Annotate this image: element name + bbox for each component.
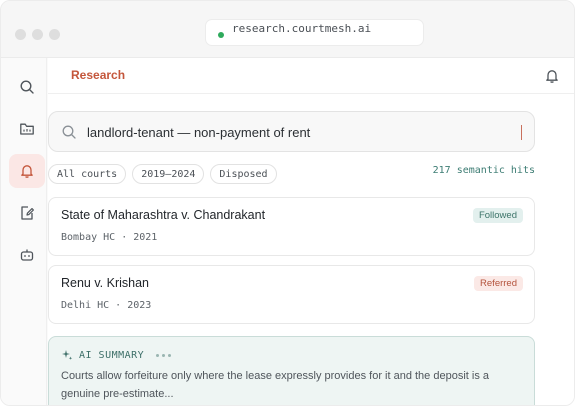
- loading-dots-icon: [156, 353, 172, 357]
- url-text: research.courtmesh.ai: [232, 22, 372, 35]
- sidebar-item-assistant[interactable]: [9, 238, 45, 272]
- search-input[interactable]: [87, 119, 507, 145]
- folder-icon: [20, 123, 34, 135]
- window-controls: [15, 29, 60, 40]
- filter-chip-courts[interactable]: All courts: [48, 164, 127, 184]
- filter-chip-years[interactable]: 2019–2024: [132, 164, 205, 184]
- sidebar-item-search[interactable]: [9, 70, 45, 104]
- address-bar[interactable]: research.courtmesh.ai: [205, 19, 424, 46]
- case-meta: Bombay HC · 2021: [61, 232, 158, 243]
- case-title: Renu v. Krishan: [61, 276, 150, 290]
- sidebar-item-folders[interactable]: [9, 112, 45, 146]
- status-badge: Followed: [472, 208, 523, 223]
- top-bar: Research: [48, 58, 574, 94]
- notifications-bell-icon[interactable]: [544, 68, 560, 84]
- maximize-window-button[interactable]: [49, 29, 60, 40]
- filter-chip-status[interactable]: Disposed: [210, 164, 277, 184]
- ai-summary-panel: AI SUMMARY Courts allow forfeiture only …: [48, 336, 535, 405]
- case-title: State of Maharashtra v. Chandrakant: [61, 208, 266, 222]
- secure-status-dot: [218, 32, 224, 38]
- app-window: research.courtmesh.ai Research landlord-…: [0, 0, 575, 406]
- ai-summary-header: AI SUMMARY: [61, 349, 172, 361]
- ai-summary-label: AI SUMMARY: [79, 349, 145, 361]
- sidebar: [1, 58, 47, 405]
- result-card[interactable]: State of Maharashtra v. Chandrakant Foll…: [48, 197, 535, 256]
- filter-chips: All courts 2019–2024 Disposed: [48, 164, 277, 184]
- sidebar-item-drafts[interactable]: [9, 196, 45, 230]
- search-icon: [62, 125, 76, 139]
- case-meta: Delhi HC · 2023: [61, 300, 152, 311]
- close-window-button[interactable]: [15, 29, 26, 40]
- hit-count: 217 semantic hits: [432, 165, 535, 176]
- page-title: Research: [71, 68, 126, 82]
- minimize-window-button[interactable]: [32, 29, 43, 40]
- ai-summary-text: Courts allow forfeiture only where the l…: [61, 370, 489, 400]
- title-bar: research.courtmesh.ai: [1, 1, 574, 58]
- edit-document-icon: [21, 206, 34, 220]
- result-card[interactable]: Renu v. Krishan Referred Delhi HC · 2023: [48, 265, 535, 324]
- text-cursor: [521, 125, 522, 140]
- search-icon: [20, 80, 34, 94]
- bell-icon: [21, 165, 33, 178]
- search-box: [48, 111, 535, 152]
- status-badge: Referred: [474, 276, 523, 291]
- sidebar-item-alerts[interactable]: [9, 154, 45, 188]
- main-panel: Research All courts 2019–2024 Disposed 2…: [48, 58, 574, 405]
- bot-icon: [20, 249, 34, 261]
- sparkle-icon: [62, 350, 73, 360]
